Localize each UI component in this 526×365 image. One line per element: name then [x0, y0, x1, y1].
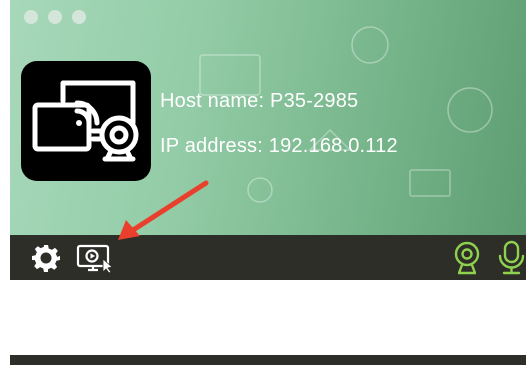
app-window: Host name: P35-2985 IP address: 192.168.… — [10, 0, 526, 280]
webcam-icon[interactable] — [452, 240, 482, 276]
device-info: Host name: P35-2985 IP address: 192.168.… — [160, 87, 398, 177]
host-name-row: Host name: P35-2985 — [160, 87, 398, 115]
minimize-window-button[interactable] — [48, 10, 62, 24]
window-controls — [24, 10, 86, 24]
bottom-toolbar — [10, 235, 526, 280]
close-window-button[interactable] — [24, 10, 38, 24]
app-logo — [21, 61, 151, 181]
host-name-label: Host name: — [160, 90, 265, 112]
microphone-icon[interactable] — [497, 240, 526, 276]
ip-address-label: IP address: — [160, 135, 264, 157]
screen-share-icon[interactable] — [76, 244, 116, 274]
maximize-window-button[interactable] — [72, 10, 86, 24]
host-name-value: P35-2985 — [270, 90, 359, 112]
gear-icon[interactable] — [32, 244, 60, 272]
ip-address-value: 192.168.0.112 — [268, 135, 398, 157]
hero-banner: Host name: P35-2985 IP address: 192.168.… — [10, 0, 526, 235]
ip-address-row: IP address: 192.168.0.112 — [160, 132, 398, 160]
lower-window-edge — [10, 355, 526, 365]
cast-webcam-logo-icon — [32, 80, 139, 162]
